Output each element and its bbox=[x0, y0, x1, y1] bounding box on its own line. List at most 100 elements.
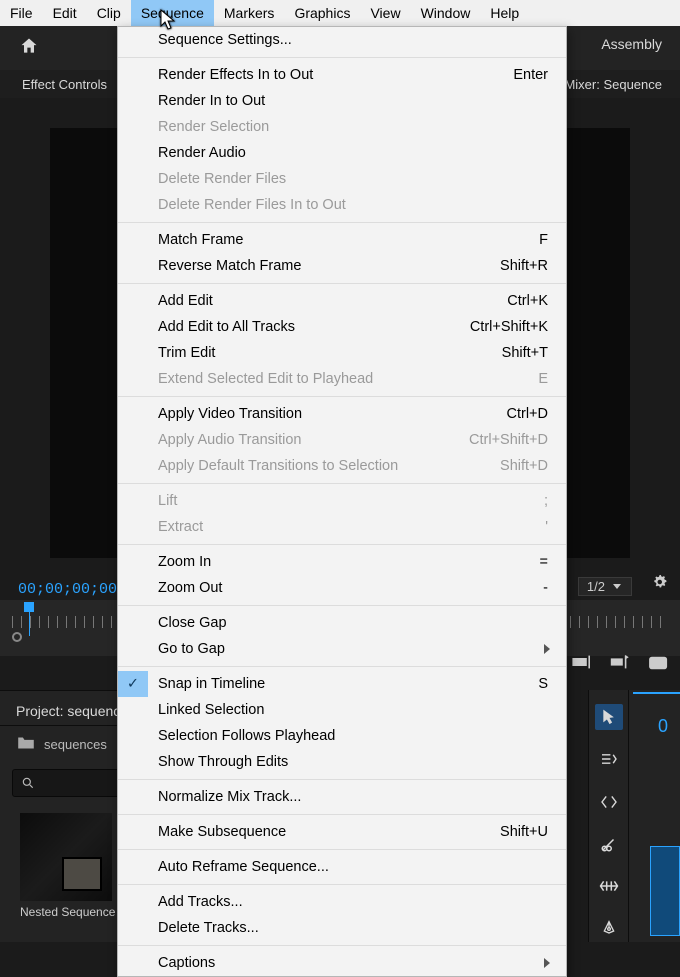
menu-view[interactable]: View bbox=[360, 0, 410, 26]
menu-item-delete-render-files: Delete Render Files bbox=[118, 166, 566, 192]
menu-graphics[interactable]: Graphics bbox=[284, 0, 360, 26]
menu-clip[interactable]: Clip bbox=[87, 0, 131, 26]
menu-item-add-edit[interactable]: Add EditCtrl+K bbox=[118, 288, 566, 314]
menu-item-label: Match Frame bbox=[158, 232, 243, 248]
menubar: FileEditClipSequenceMarkersGraphicsViewW… bbox=[0, 0, 680, 26]
menu-separator bbox=[118, 849, 566, 850]
menu-item-shortcut: Shift+R bbox=[500, 258, 548, 274]
zoom-select[interactable]: 1/2 bbox=[578, 577, 632, 596]
timecode-display[interactable]: 00;00;00;00 bbox=[18, 581, 117, 598]
tab-effect-controls[interactable]: Effect Controls bbox=[16, 77, 113, 92]
menu-item-label: Make Subsequence bbox=[158, 824, 286, 840]
menu-item-trim-edit[interactable]: Trim EditShift+T bbox=[118, 340, 566, 366]
menu-item-match-frame[interactable]: Match FrameF bbox=[118, 227, 566, 253]
menu-item-shortcut: Ctrl+Shift+D bbox=[469, 432, 548, 448]
timeline-header-highlight bbox=[633, 692, 680, 698]
menu-item-label: Add Edit to All Tracks bbox=[158, 319, 295, 335]
pen-tool[interactable] bbox=[595, 916, 623, 942]
settings-icon[interactable] bbox=[650, 573, 668, 596]
menu-item-zoom-in[interactable]: Zoom In= bbox=[118, 549, 566, 575]
menu-item-label: Snap in Timeline bbox=[158, 676, 265, 692]
menu-item-shortcut: Enter bbox=[513, 67, 548, 83]
sequence-menu-dropdown: Sequence Settings... Render Effects In to… bbox=[117, 26, 567, 977]
menu-item-show-through-edits[interactable]: Show Through Edits bbox=[118, 749, 566, 775]
menu-separator bbox=[118, 396, 566, 397]
menu-item-normalize-mix-track[interactable]: Normalize Mix Track... bbox=[118, 784, 566, 810]
menu-item-extract: Extract ' bbox=[118, 514, 566, 540]
menu-item-reverse-match-frame[interactable]: Reverse Match Frame Shift+R bbox=[118, 253, 566, 279]
menu-item-render-in-to-out[interactable]: Render In to Out bbox=[118, 88, 566, 114]
selection-tool[interactable] bbox=[595, 704, 623, 730]
razor-tool[interactable] bbox=[595, 831, 623, 857]
menu-item-shortcut: = bbox=[540, 554, 548, 570]
menu-item-add-tracks[interactable]: Add Tracks... bbox=[118, 889, 566, 915]
menu-item-lift: Lift; bbox=[118, 488, 566, 514]
menu-item-label: Render In to Out bbox=[158, 93, 265, 109]
menu-item-sequence-settings[interactable]: Sequence Settings... bbox=[118, 27, 566, 53]
menu-item-shortcut: Shift+U bbox=[500, 824, 548, 840]
slip-tool[interactable] bbox=[595, 873, 623, 899]
menu-item-label: Apply Video Transition bbox=[158, 406, 302, 422]
overwrite-icon[interactable] bbox=[610, 654, 630, 677]
menu-separator bbox=[118, 222, 566, 223]
export-frame-icon[interactable] bbox=[648, 654, 670, 677]
menu-item-render-effects-in-to-out[interactable]: Render Effects In to Out Enter bbox=[118, 62, 566, 88]
menu-item-linked-selection[interactable]: Linked Selection bbox=[118, 697, 566, 723]
bin-icon bbox=[16, 736, 36, 753]
menu-item-shortcut: Shift+D bbox=[500, 458, 548, 474]
menu-item-shortcut: Ctrl+Shift+K bbox=[470, 319, 548, 335]
menu-item-apply-audio-transition: Apply Audio TransitionCtrl+Shift+D bbox=[118, 427, 566, 453]
menu-item-label: Delete Render Files bbox=[158, 171, 286, 187]
menu-edit[interactable]: Edit bbox=[43, 0, 87, 26]
track-select-tool[interactable] bbox=[595, 746, 623, 772]
menu-item-label: Extract bbox=[158, 519, 203, 535]
menu-item-label: Apply Default Transitions to Selection bbox=[158, 458, 398, 474]
tab-audio-mixer[interactable]: Mixer: Sequence bbox=[558, 77, 668, 92]
home-icon[interactable] bbox=[18, 36, 40, 61]
menu-item-label: Render Effects In to Out bbox=[158, 67, 313, 83]
menu-item-render-audio[interactable]: Render Audio bbox=[118, 140, 566, 166]
menu-markers[interactable]: Markers bbox=[214, 0, 285, 26]
menu-item-auto-reframe-sequence[interactable]: Auto Reframe Sequence... bbox=[118, 854, 566, 880]
menu-item-zoom-out[interactable]: Zoom Out- bbox=[118, 575, 566, 601]
breadcrumb-label: sequences bbox=[44, 737, 107, 752]
transport-controls bbox=[572, 654, 670, 677]
menu-item-delete-tracks[interactable]: Delete Tracks... bbox=[118, 915, 566, 941]
workspace-tab-assembly[interactable]: Assembly bbox=[601, 36, 662, 52]
menu-item-go-to-gap[interactable]: Go to Gap bbox=[118, 636, 566, 662]
menu-item-shortcut: ; bbox=[544, 493, 548, 509]
menu-separator bbox=[118, 544, 566, 545]
menu-item-shortcut: ' bbox=[545, 519, 548, 535]
menu-item-captions[interactable]: Captions bbox=[118, 950, 566, 976]
timeline-clip-selection[interactable] bbox=[650, 846, 680, 936]
menu-item-apply-default-transitions-to-selection: Apply Default Transitions to Selection Sh… bbox=[118, 453, 566, 479]
menu-item-make-subsequence[interactable]: Make Subsequence Shift+U bbox=[118, 819, 566, 845]
menu-separator bbox=[118, 57, 566, 58]
menu-item-shortcut: Ctrl+D bbox=[507, 406, 549, 422]
menu-window[interactable]: Window bbox=[411, 0, 481, 26]
menu-separator bbox=[118, 483, 566, 484]
menu-item-label: Render Selection bbox=[158, 119, 269, 135]
menu-separator bbox=[118, 666, 566, 667]
menu-item-label: Zoom Out bbox=[158, 580, 222, 596]
menu-help[interactable]: Help bbox=[480, 0, 529, 26]
ruler-marker bbox=[12, 632, 22, 642]
menu-sequence[interactable]: Sequence bbox=[131, 0, 214, 26]
menu-item-label: Extend Selected Edit to Playhead bbox=[158, 371, 373, 387]
zoom-value: 1/2 bbox=[587, 579, 605, 594]
menu-item-shortcut: S bbox=[538, 676, 548, 692]
menu-separator bbox=[118, 605, 566, 606]
menu-item-shortcut: E bbox=[538, 371, 548, 387]
menu-item-apply-video-transition[interactable]: Apply Video Transition Ctrl+D bbox=[118, 401, 566, 427]
project-thumbnail[interactable] bbox=[20, 813, 112, 901]
menu-item-add-edit-to-all-tracks[interactable]: Add Edit to All Tracks Ctrl+Shift+K bbox=[118, 314, 566, 340]
menu-file[interactable]: File bbox=[0, 0, 43, 26]
menu-item-extend-selected-edit-to-playhead: Extend Selected Edit to Playhead E bbox=[118, 366, 566, 392]
insert-icon[interactable] bbox=[572, 654, 592, 677]
menu-item-snap-in-timeline[interactable]: ✓Snap in TimelineS bbox=[118, 671, 566, 697]
menu-item-selection-follows-playhead[interactable]: Selection Follows Playhead bbox=[118, 723, 566, 749]
ripple-edit-tool[interactable] bbox=[595, 789, 623, 815]
menu-item-label: Reverse Match Frame bbox=[158, 258, 301, 274]
menu-item-close-gap[interactable]: Close Gap bbox=[118, 610, 566, 636]
playhead[interactable] bbox=[24, 602, 34, 612]
